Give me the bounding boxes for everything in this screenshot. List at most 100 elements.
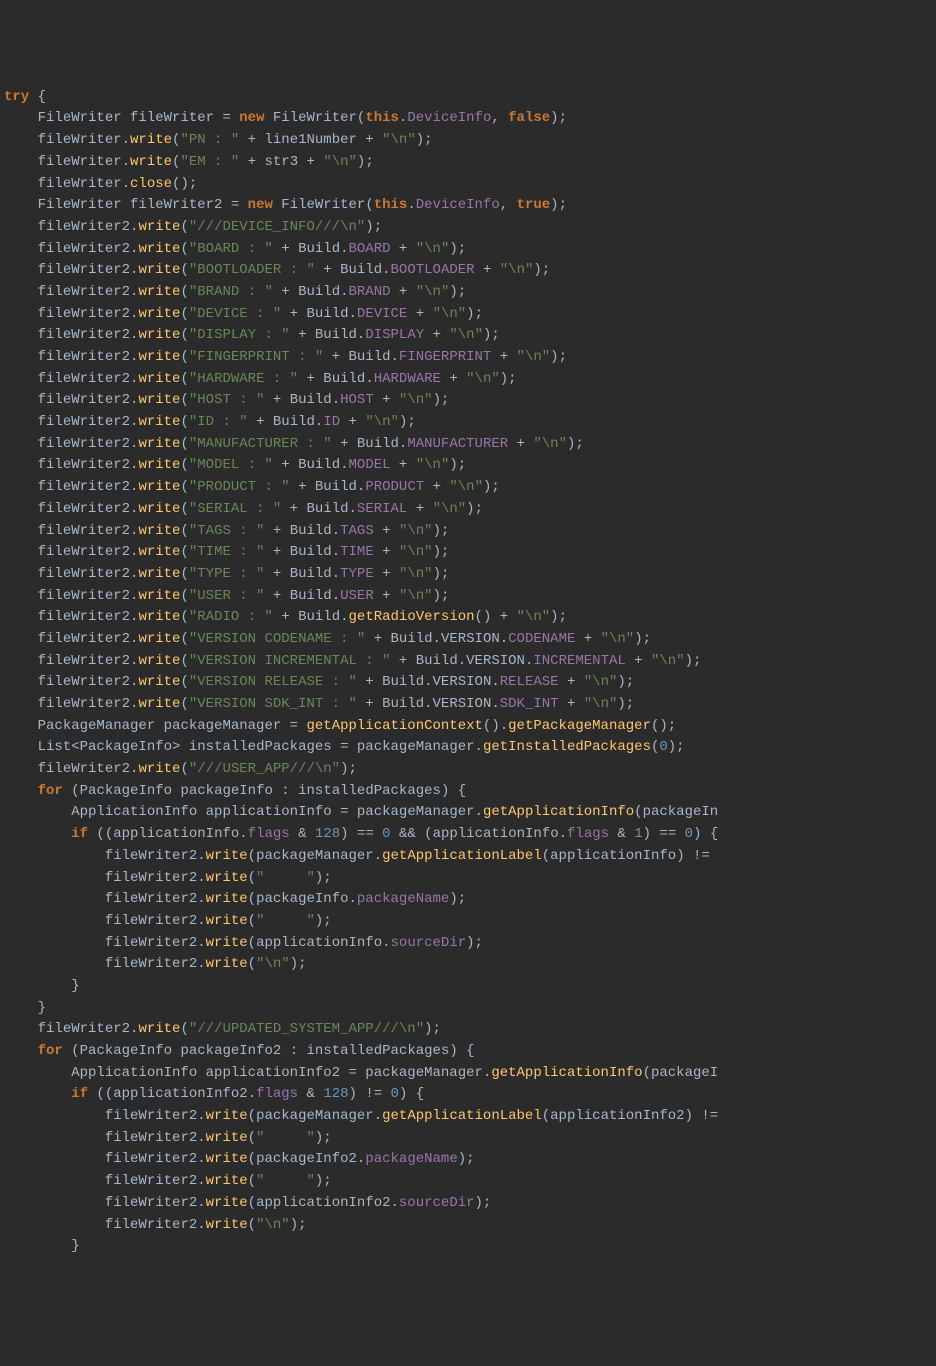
var: applicationInfo: [206, 804, 332, 820]
method: getApplicationLabel: [382, 848, 542, 864]
var: fileWriter2: [105, 1151, 197, 1167]
var: fileWriter2: [38, 371, 130, 387]
method: getPackageManager: [508, 718, 651, 734]
number: 128: [323, 1086, 348, 1102]
class: Build: [307, 306, 349, 322]
field: TIME: [340, 544, 374, 560]
field: INCREMENTAL: [533, 653, 625, 669]
method: getApplicationLabel: [382, 1108, 542, 1124]
string: "BRAND : ": [189, 284, 273, 300]
var: fileWriter2: [38, 306, 130, 322]
string: "\n": [500, 262, 534, 278]
type: FileWriter: [38, 110, 122, 126]
number: 0: [382, 826, 390, 842]
string: "RADIO : ": [189, 609, 273, 625]
var: line1Number: [264, 132, 356, 148]
var: fileWriter: [130, 110, 214, 126]
var: packageI: [651, 1065, 718, 1081]
kw-if: if: [71, 1086, 88, 1102]
method: write: [206, 1108, 248, 1124]
field: flags: [567, 826, 609, 842]
string: "\n": [399, 544, 433, 560]
method: write: [206, 1217, 248, 1233]
var: fileWriter2: [105, 848, 197, 864]
kw-try: try: [4, 89, 29, 105]
kw-new: new: [239, 110, 264, 126]
method: write: [138, 631, 180, 647]
method: getInstalledPackages: [483, 739, 651, 755]
string: "\n": [433, 501, 467, 517]
string: "MODEL : ": [189, 457, 273, 473]
var: fileWriter2: [38, 284, 130, 300]
class: Build: [290, 588, 332, 604]
string: " ": [256, 870, 315, 886]
var: installedPackages: [298, 783, 441, 799]
var: fileWriter2: [38, 761, 130, 777]
field: CODENAME: [508, 631, 575, 647]
field: MANUFACTURER: [407, 436, 508, 452]
method: write: [138, 1021, 180, 1037]
method: write: [206, 1130, 248, 1146]
method: write: [138, 696, 180, 712]
code-editor[interactable]: try { FileWriter fileWriter = new FileWr…: [0, 87, 936, 1258]
string: "\n": [399, 566, 433, 582]
method: write: [138, 349, 180, 365]
field: DEVICE: [357, 306, 407, 322]
method: write: [138, 306, 180, 322]
class: Build: [298, 457, 340, 473]
string: "\n": [416, 457, 450, 473]
string: "TAGS : ": [189, 523, 265, 539]
var: packageInfo: [256, 891, 348, 907]
type: PackageInfo: [80, 739, 172, 755]
type: PackageInfo: [80, 783, 172, 799]
var: packageInfo: [180, 783, 272, 799]
string: "\n": [533, 436, 567, 452]
var: fileWriter2: [38, 436, 130, 452]
string: "SERIAL : ": [189, 501, 281, 517]
method: write: [138, 241, 180, 257]
string: "\n": [517, 609, 551, 625]
var: fileWriter2: [38, 349, 130, 365]
var: fileWriter2: [105, 1130, 197, 1146]
class: VERSION: [441, 631, 500, 647]
var: fileWriter2: [38, 414, 130, 430]
var: applicationInfo2: [113, 1086, 247, 1102]
field: FINGERPRINT: [399, 349, 491, 365]
ctor: FileWriter: [273, 110, 357, 126]
method: write: [138, 566, 180, 582]
string: "\n": [399, 523, 433, 539]
var: fileWriter: [38, 132, 122, 148]
var: applicationInfo2: [550, 1108, 684, 1124]
var: fileWriter2: [105, 891, 197, 907]
string: "PRODUCT : ": [189, 479, 290, 495]
var: fileWriter2: [38, 241, 130, 257]
field: MODEL: [349, 457, 391, 473]
var: fileWriter2: [105, 956, 197, 972]
var: fileWriter2: [38, 544, 130, 560]
string: "VERSION RELEASE : ": [189, 674, 357, 690]
string: "\n": [584, 696, 618, 712]
method: write: [138, 457, 180, 473]
var: fileWriter2: [105, 1217, 197, 1233]
field: sourceDir: [399, 1195, 475, 1211]
string: "FINGERPRINT : ": [189, 349, 323, 365]
string: "EM : ": [180, 154, 239, 170]
string: "USER : ": [189, 588, 265, 604]
method: write: [138, 371, 180, 387]
kw-this: this: [374, 197, 408, 213]
var: fileWriter2: [38, 674, 130, 690]
var: packageIn: [643, 804, 719, 820]
field: BOOTLOADER: [391, 262, 475, 278]
field: DeviceInfo: [416, 197, 500, 213]
method: write: [138, 479, 180, 495]
var: fileWriter: [38, 176, 122, 192]
class: Build: [298, 609, 340, 625]
var: fileWriter2: [38, 457, 130, 473]
var: fileWriter2: [38, 653, 130, 669]
type: PackageInfo: [80, 1043, 172, 1059]
field: ID: [323, 414, 340, 430]
var: applicationInfo: [433, 826, 559, 842]
var: fileWriter2: [38, 631, 130, 647]
string: "\n": [433, 306, 467, 322]
var: fileWriter2: [38, 588, 130, 604]
